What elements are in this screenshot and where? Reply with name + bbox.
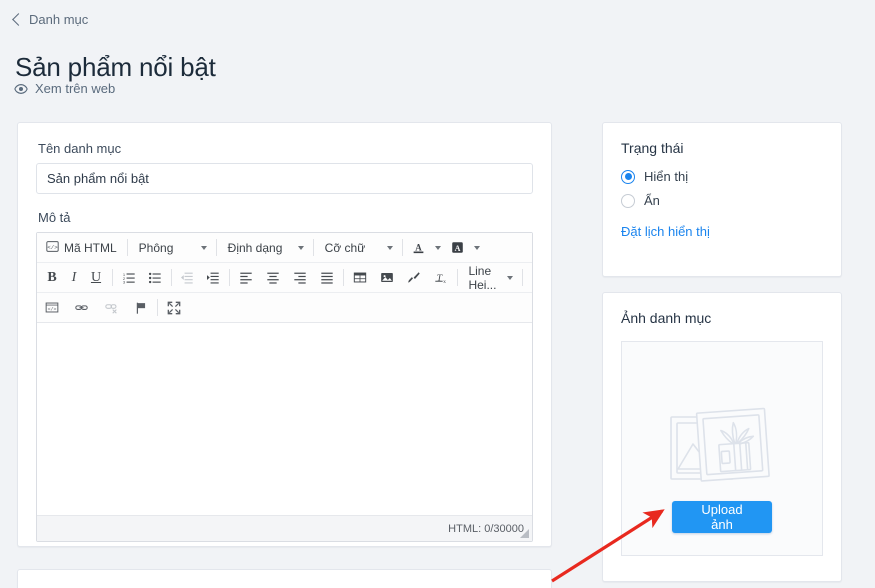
insert-table-button[interactable] [349,267,371,289]
toolbar-separator [522,269,524,286]
source-code-label: Mã HTML [64,240,117,255]
align-right-button[interactable] [289,267,311,289]
category-form-card: Tên danh mục Mô tả </> Mã HTML [17,122,552,547]
toolbar-separator [401,239,403,256]
category-image-card: Ảnh danh mục Upload ảnh [602,292,842,582]
radio-unselected-icon [621,193,635,208]
svg-text:x: x [443,279,446,284]
align-center-button[interactable] [262,267,284,289]
category-name-input[interactable] [36,163,533,194]
toolbar-separator [112,269,113,286]
chevron-down-icon [200,245,207,250]
image-card-title: Ảnh danh mục [621,310,712,326]
view-on-web-label: Xem trên web [35,81,116,96]
line-height-select[interactable]: Line Hei... [462,263,517,292]
status-option-hidden[interactable]: Ẩn [603,193,841,208]
source-code-button[interactable]: </> Mã HTML [41,237,122,259]
schedule-visibility-link[interactable]: Đặt lịch hiển thị [603,224,728,239]
line-height-label: Line Hei... [468,263,497,292]
paint-brush-button[interactable] [403,267,425,289]
svg-text:3: 3 [123,280,126,284]
chevron-down-icon[interactable] [434,245,441,250]
upload-image-button[interactable]: Upload ảnh [672,501,772,533]
anchor-flag-button[interactable] [130,297,152,319]
svg-text:</>: </> [47,243,58,250]
font-size-label: Cỡ chữ [324,240,366,255]
font-family-select[interactable]: Phông [133,237,211,259]
italic-button[interactable]: I [63,267,85,289]
editor-toolbar-row-3: </> [37,293,532,323]
align-left-button[interactable] [235,267,257,289]
bold-button[interactable]: B [41,267,63,289]
page-root: Danh mục Sản phẩm nổi bật Xem trên web T… [0,0,875,588]
svg-text:</>: </> [48,306,57,312]
editor-toolbar-row-2: B I U 1 2 3 T x Line Hei... [37,263,532,293]
svg-text:A: A [455,244,461,253]
status-card-title: Trạng thái [621,140,684,156]
breadcrumb-label: Danh mục [29,12,89,27]
align-justify-button[interactable] [316,267,338,289]
toolbar-separator [126,239,128,256]
paragraph-format-select[interactable]: Định dạng [222,237,308,259]
underline-button[interactable]: U [85,267,107,289]
toolbar-separator [343,269,344,286]
font-size-select[interactable]: Cỡ chữ [319,237,397,259]
breadcrumb[interactable]: Danh mục [12,12,89,27]
source-code-icon: </> [46,240,59,256]
view-on-web-link[interactable]: Xem trên web [14,81,115,96]
unlink-button[interactable] [100,297,123,319]
editor-status-bar: HTML: 0/30000 [37,515,532,541]
image-dropzone[interactable]: Upload ảnh [621,341,823,556]
rich-text-editor: </> Mã HTML Phông Định dạng Cỡ chữ A A B… [36,232,533,542]
description-label: Mô tả [38,210,71,225]
chevron-down-icon [297,245,304,250]
character-counter: HTML: 0/30000 [448,522,524,535]
toolbar-separator [456,269,458,286]
eye-icon [14,82,28,96]
category-name-label: Tên danh mục [38,141,122,156]
text-color-button[interactable]: A [408,237,430,259]
editor-toolbar-row-1: </> Mã HTML Phông Định dạng Cỡ chữ A A [37,233,532,263]
toolbar-separator [215,239,217,256]
fullscreen-button[interactable] [163,297,185,319]
status-option-visible-label: Hiển thị [644,169,689,184]
resize-grip-icon[interactable] [520,529,529,538]
editor-content-area[interactable] [37,323,532,515]
insert-image-button[interactable] [376,267,398,289]
photo-frames-placeholder-icon [663,399,781,502]
toolbar-separator [157,299,158,316]
toolbar-separator [170,269,172,286]
chevron-down-icon [507,275,514,280]
increase-indent-button[interactable] [202,267,224,289]
code-block-button[interactable]: </> [41,297,63,319]
page-title: Sản phẩm nổi bật [15,52,216,83]
status-option-visible[interactable]: Hiển thị [603,169,841,184]
remove-format-button[interactable]: T x [430,267,452,289]
insert-link-button[interactable] [70,297,93,319]
secondary-form-card [17,569,552,588]
status-option-hidden-label: Ẩn [644,193,660,208]
status-card: Trạng thái Hiển thị Ẩn Đặt lịch hiển thị [602,122,842,277]
chevron-down-icon [386,245,393,250]
decrease-indent-button[interactable] [176,267,198,289]
ordered-list-button[interactable]: 1 2 3 [118,267,140,289]
bullet-list-button[interactable] [144,267,166,289]
svg-text:T: T [436,273,442,284]
radio-selected-icon [621,169,635,184]
chevron-left-icon [12,12,25,26]
chevron-down-icon[interactable] [473,245,480,250]
paragraph-format-label: Định dạng [227,240,283,255]
toolbar-separator [312,239,314,256]
font-family-label: Phông [138,240,174,255]
background-color-button[interactable]: A [447,237,469,259]
toolbar-separator [229,269,231,286]
svg-text:A: A [415,242,422,252]
